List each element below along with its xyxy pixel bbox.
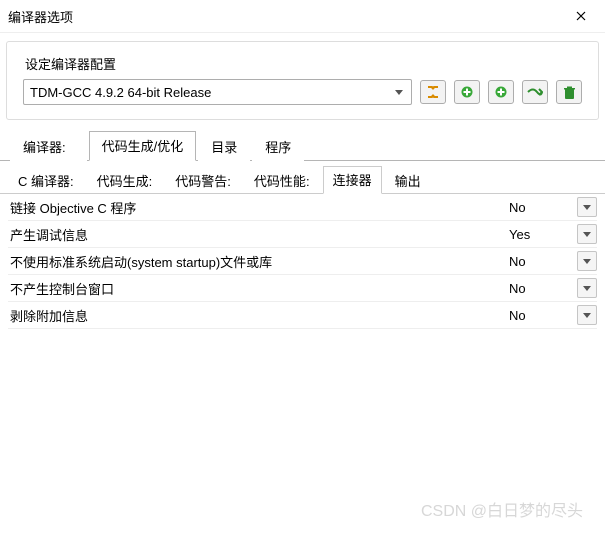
subtab-output[interactable]: 输出 <box>385 167 431 194</box>
option-dropdown[interactable] <box>577 251 597 271</box>
window-title: 编译器选项 <box>8 7 73 26</box>
compiler-select[interactable]: TDM-GCC 4.9.2 64-bit Release <box>23 79 412 105</box>
tab-label: 目录 <box>211 140 237 155</box>
tab-codegen-opt[interactable]: 代码生成/优化 <box>89 131 197 161</box>
close-icon <box>576 11 586 21</box>
option-dropdown[interactable] <box>577 224 597 244</box>
close-button[interactable] <box>565 4 597 28</box>
titlebar: 编译器选项 <box>0 0 605 33</box>
tab-label: 程序 <box>265 140 291 155</box>
tab-directories[interactable]: 目录 <box>198 132 250 161</box>
tab-programs[interactable]: 程序 <box>252 132 304 161</box>
option-dropdown[interactable] <box>577 197 597 217</box>
subtab-linker[interactable]: 连接器 <box>323 166 382 194</box>
option-value: No <box>505 254 577 269</box>
subtab-colon: : <box>70 174 74 189</box>
find-replace-button[interactable] <box>420 80 446 104</box>
subtab-label: C 编译器 <box>18 174 70 189</box>
tab-compiler[interactable]: 编译器: <box>10 132 87 161</box>
add-icon <box>494 85 508 99</box>
option-label: 不使用标准系统启动(system startup)文件或库 <box>8 252 505 271</box>
option-value: No <box>505 308 577 323</box>
subtab-perf[interactable]: 代码性能: <box>244 167 320 194</box>
option-value: No <box>505 281 577 296</box>
option-row: 剥除附加信息 No <box>8 302 597 329</box>
option-dropdown[interactable] <box>577 305 597 325</box>
tab-label: 编译器 <box>23 140 62 155</box>
delete-button[interactable] <box>556 80 582 104</box>
compiler-selected: TDM-GCC 4.9.2 64-bit Release <box>30 85 211 100</box>
subtab-label: 输出 <box>395 174 421 189</box>
sub-tabs: C 编译器: 代码生成: 代码警告: 代码性能: 连接器 输出 <box>0 161 605 194</box>
add-copy-button[interactable] <box>454 80 480 104</box>
add-copy-icon <box>460 85 474 99</box>
subtab-c-compiler[interactable]: C 编译器: <box>8 167 84 194</box>
options-list: 链接 Objective C 程序 No 产生调试信息 Yes 不使用标准系统启… <box>0 194 605 329</box>
main-tabs: 编译器: 代码生成/优化 目录 程序 <box>0 130 605 161</box>
delete-icon <box>563 85 576 100</box>
subtab-colon: : <box>227 174 231 189</box>
subtab-codegen[interactable]: 代码生成: <box>87 167 163 194</box>
option-row: 不使用标准系统启动(system startup)文件或库 No <box>8 248 597 275</box>
option-label: 链接 Objective C 程序 <box>8 198 505 217</box>
subtab-label: 代码警告 <box>175 174 227 189</box>
subtab-colon: : <box>306 174 310 189</box>
subtab-colon: : <box>149 174 153 189</box>
option-label: 不产生控制台窗口 <box>8 279 505 298</box>
option-row: 不产生控制台窗口 No <box>8 275 597 302</box>
find-replace-icon <box>425 85 441 99</box>
compiler-config-group: 设定编译器配置 TDM-GCC 4.9.2 64-bit Release <box>6 41 599 120</box>
option-label: 产生调试信息 <box>8 225 505 244</box>
option-value: Yes <box>505 227 577 242</box>
option-row: 产生调试信息 Yes <box>8 221 597 248</box>
rename-icon <box>527 86 543 98</box>
rename-button[interactable] <box>522 80 548 104</box>
option-row: 链接 Objective C 程序 No <box>8 194 597 221</box>
watermark: CSDN @白日梦的尽头 <box>421 497 583 521</box>
option-label: 剥除附加信息 <box>8 306 505 325</box>
subtab-label: 代码生成 <box>97 174 149 189</box>
subtab-label: 代码性能 <box>254 174 306 189</box>
subtab-label: 连接器 <box>333 173 372 188</box>
add-button[interactable] <box>488 80 514 104</box>
config-label: 设定编译器配置 <box>25 54 582 73</box>
subtab-warnings[interactable]: 代码警告: <box>165 167 241 194</box>
tab-label: 代码生成/优化 <box>102 139 184 154</box>
config-row: TDM-GCC 4.9.2 64-bit Release <box>23 79 582 105</box>
option-value: No <box>505 200 577 215</box>
tab-colon: : <box>62 140 66 155</box>
option-dropdown[interactable] <box>577 278 597 298</box>
